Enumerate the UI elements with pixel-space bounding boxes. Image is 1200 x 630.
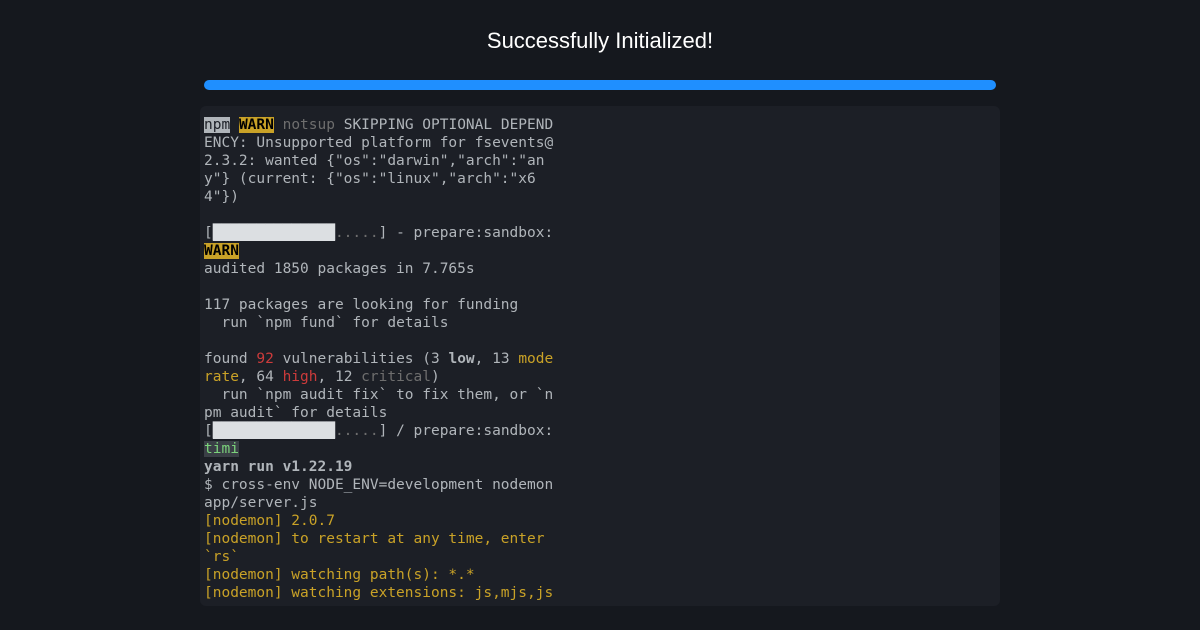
nodemon-line-2: [nodemon] to restart at any time, enter … <box>204 531 553 565</box>
c12: , 12 <box>318 369 362 385</box>
bar-open: [ <box>204 225 213 241</box>
close-paren: ) <box>431 369 440 385</box>
funding-line-1: 117 packages are looking for funding <box>204 297 518 313</box>
audited-line: audited 1850 packages in 7.765s <box>204 261 475 277</box>
yarn-line: yarn run v1.22.19 <box>204 459 352 475</box>
c64: , 64 <box>239 369 283 385</box>
vuln-count: 92 <box>256 351 273 367</box>
progress-bar <box>204 80 996 90</box>
crossenv-line: $ cross-env NODE_ENV=development nodemon… <box>204 477 562 511</box>
warn-tag: WARN <box>239 117 274 133</box>
prepare-label: ] - prepare:sandbox: <box>379 225 562 241</box>
progress-dots-2: ..... <box>335 423 379 439</box>
terminal-output[interactable]: npm WARN notsup SKIPPING OPTIONAL DEPEND… <box>200 106 1000 606</box>
progress-fill: ██████████████ <box>213 225 335 241</box>
nodemon-line-3: [nodemon] watching path(s): *.* <box>204 567 475 583</box>
notsup-text: notsup <box>283 117 335 133</box>
critical-label: critical <box>361 369 431 385</box>
progress-dots: ..... <box>335 225 379 241</box>
progress-fill-2: ██████████████ <box>213 423 335 439</box>
found-mid: vulnerabilities (3 <box>274 351 449 367</box>
warn-tag-2: WARN <box>204 243 239 259</box>
nodemon-line-4: [nodemon] watching extensions: js,mjs,js… <box>204 585 553 606</box>
npm-tag: npm <box>204 117 230 133</box>
funding-line-2: run `npm fund` for details <box>204 315 448 331</box>
c13: , 13 <box>475 351 519 367</box>
found-pre: found <box>204 351 256 367</box>
nodemon-line-1: [nodemon] 2.0.7 <box>204 513 335 529</box>
prepare-label-2: ] / prepare:sandbox: <box>379 423 562 439</box>
high-label: high <box>283 369 318 385</box>
low-label: low <box>448 351 474 367</box>
page-title: Successfully Initialized! <box>487 28 713 54</box>
bar-open-2: [ <box>204 423 213 439</box>
timi-badge: timi <box>204 441 239 457</box>
terminal-content: npm WARN notsup SKIPPING OPTIONAL DEPEND… <box>200 116 560 606</box>
audit-fix-line: run `npm audit fix` to fix them, or `npm… <box>204 387 553 421</box>
